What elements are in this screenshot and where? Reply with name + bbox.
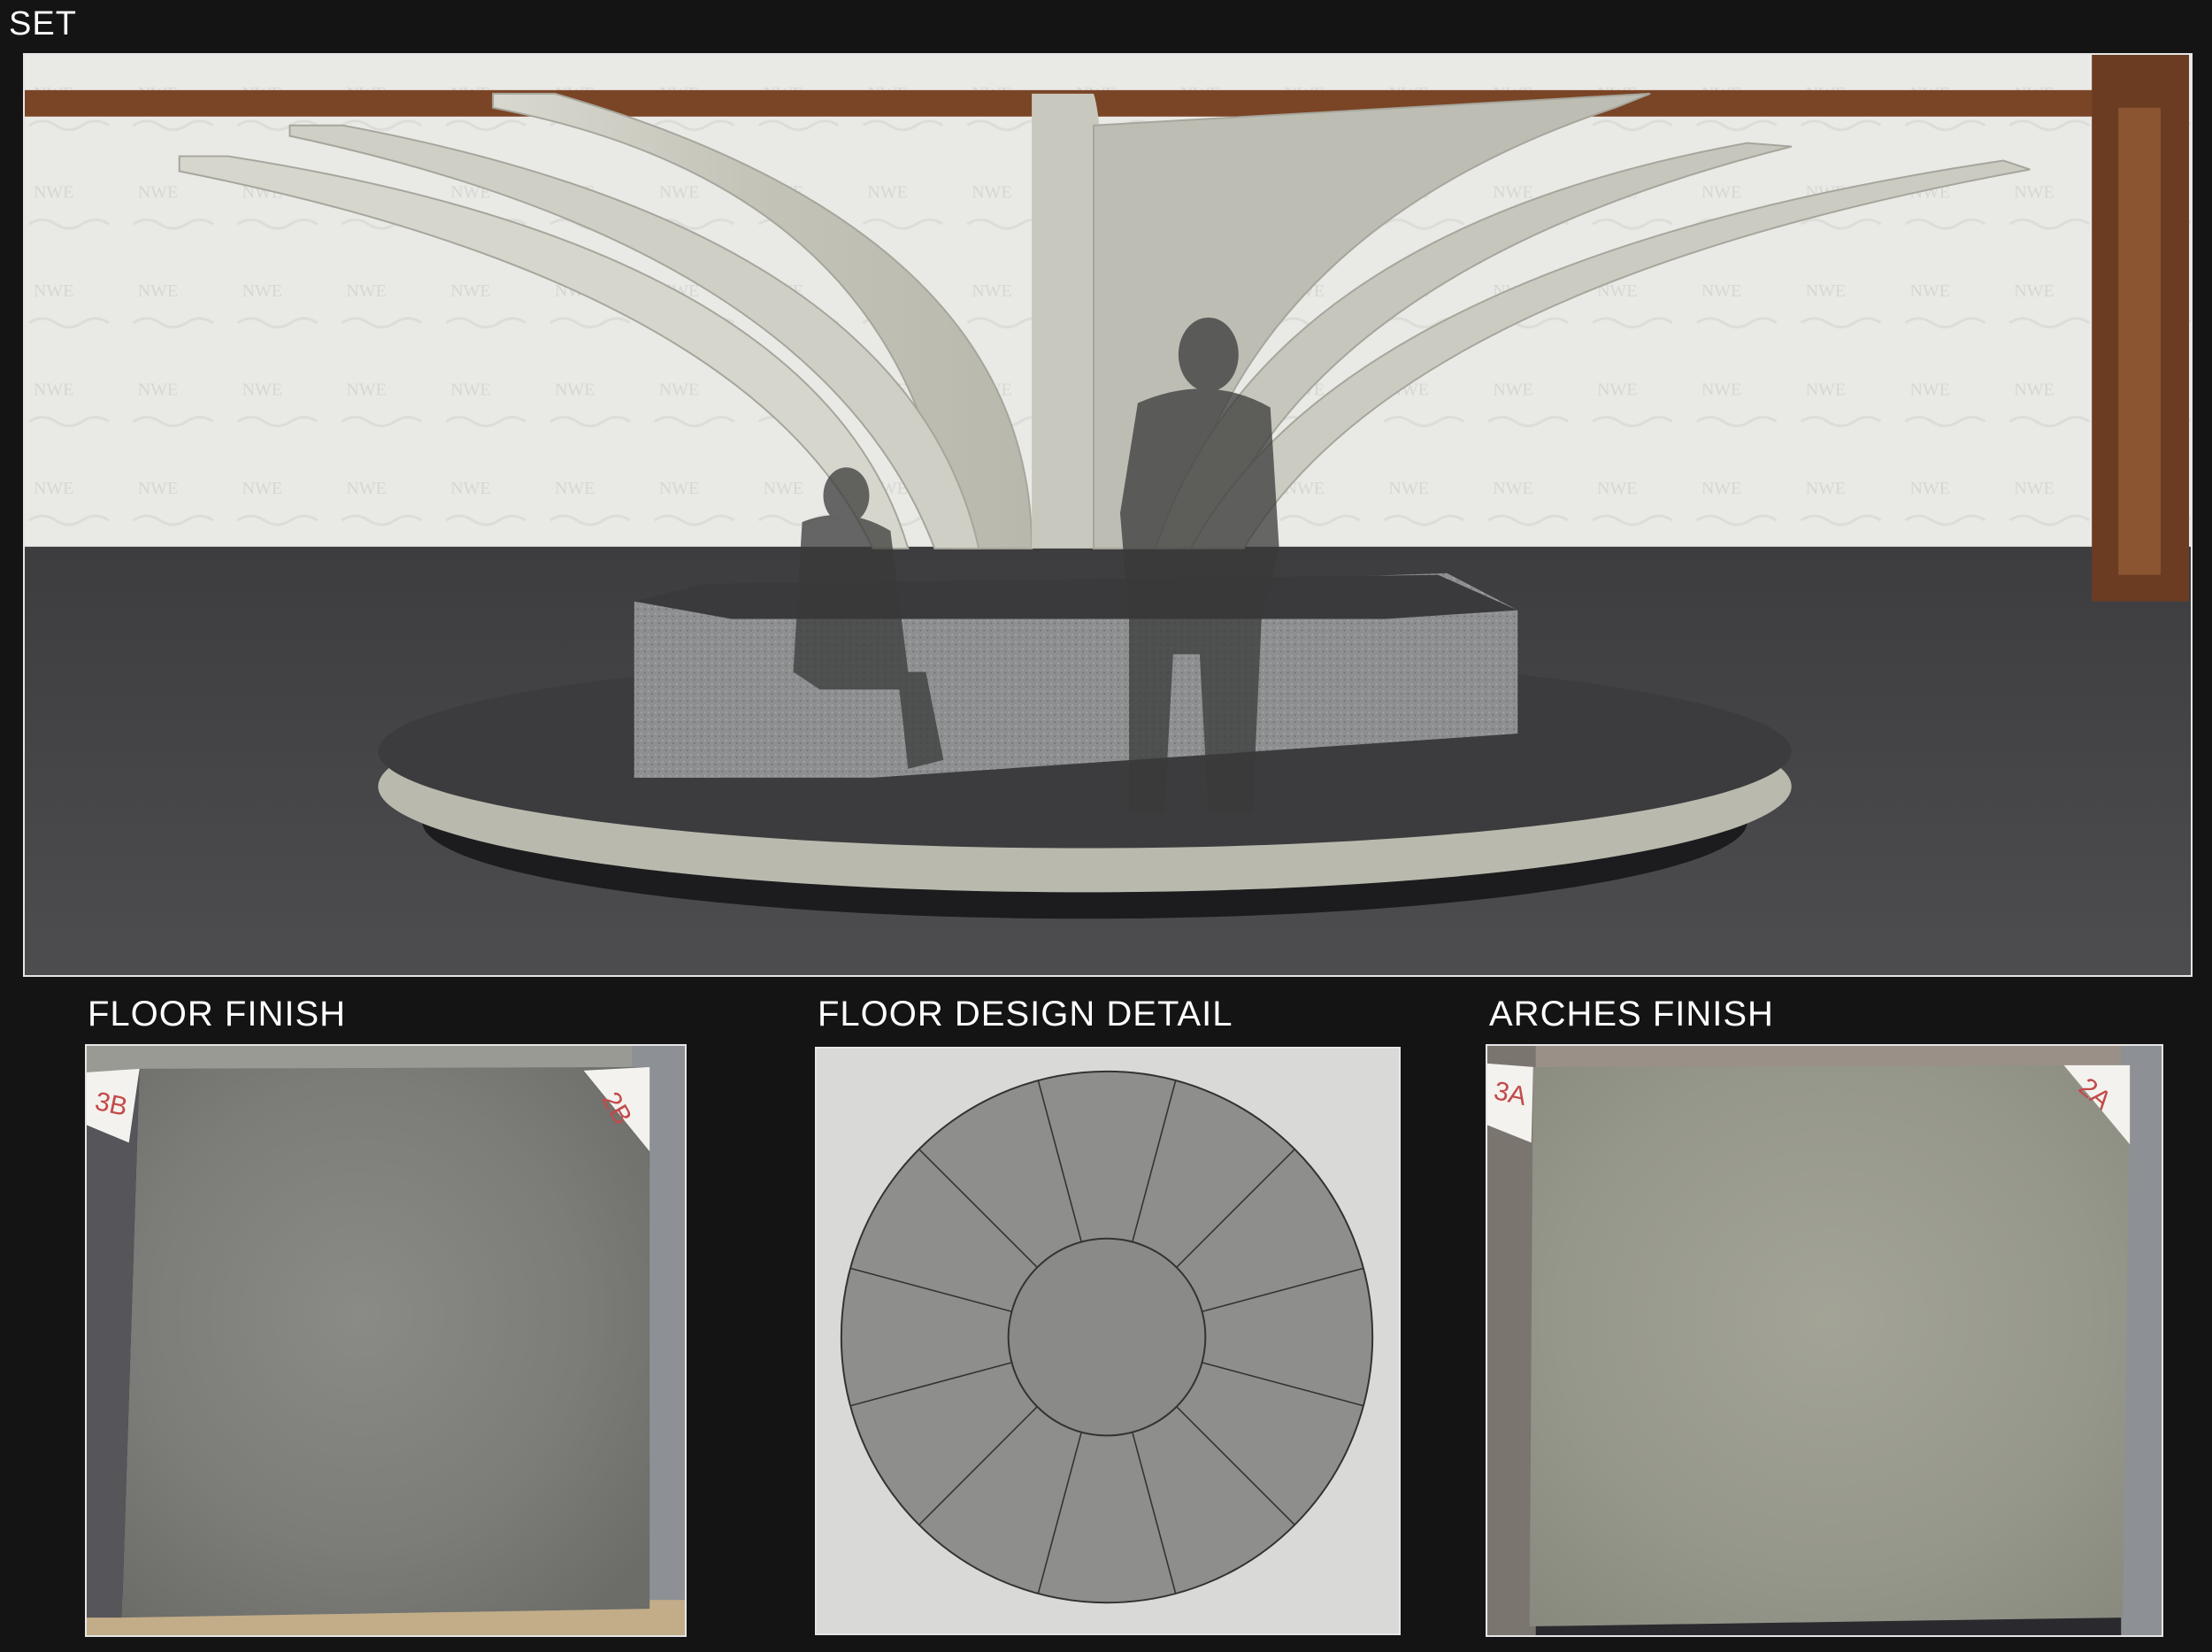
floor-finish-image: 3B 2B: [87, 1046, 685, 1635]
floor-design-image: [817, 1049, 1399, 1633]
set-rendering-image: NWE: [25, 55, 2191, 975]
arches-finish-sample: 3A 2A: [1486, 1044, 2163, 1637]
floor-design-detail: [815, 1047, 1401, 1635]
set-label: SET: [9, 5, 77, 42]
floor-design-detail-label: FLOOR DESIGN DETAIL: [818, 995, 1233, 1033]
arches-finish-label: ARCHES FINISH: [1489, 995, 1774, 1033]
arches-finish-image: 3A 2A: [1487, 1046, 2162, 1635]
floor-finish-label: FLOOR FINISH: [88, 995, 347, 1033]
inner-circle: [1007, 1237, 1207, 1437]
set-rendering: NWE: [23, 53, 2193, 977]
floor-finish-sample: 3B 2B: [85, 1044, 687, 1637]
